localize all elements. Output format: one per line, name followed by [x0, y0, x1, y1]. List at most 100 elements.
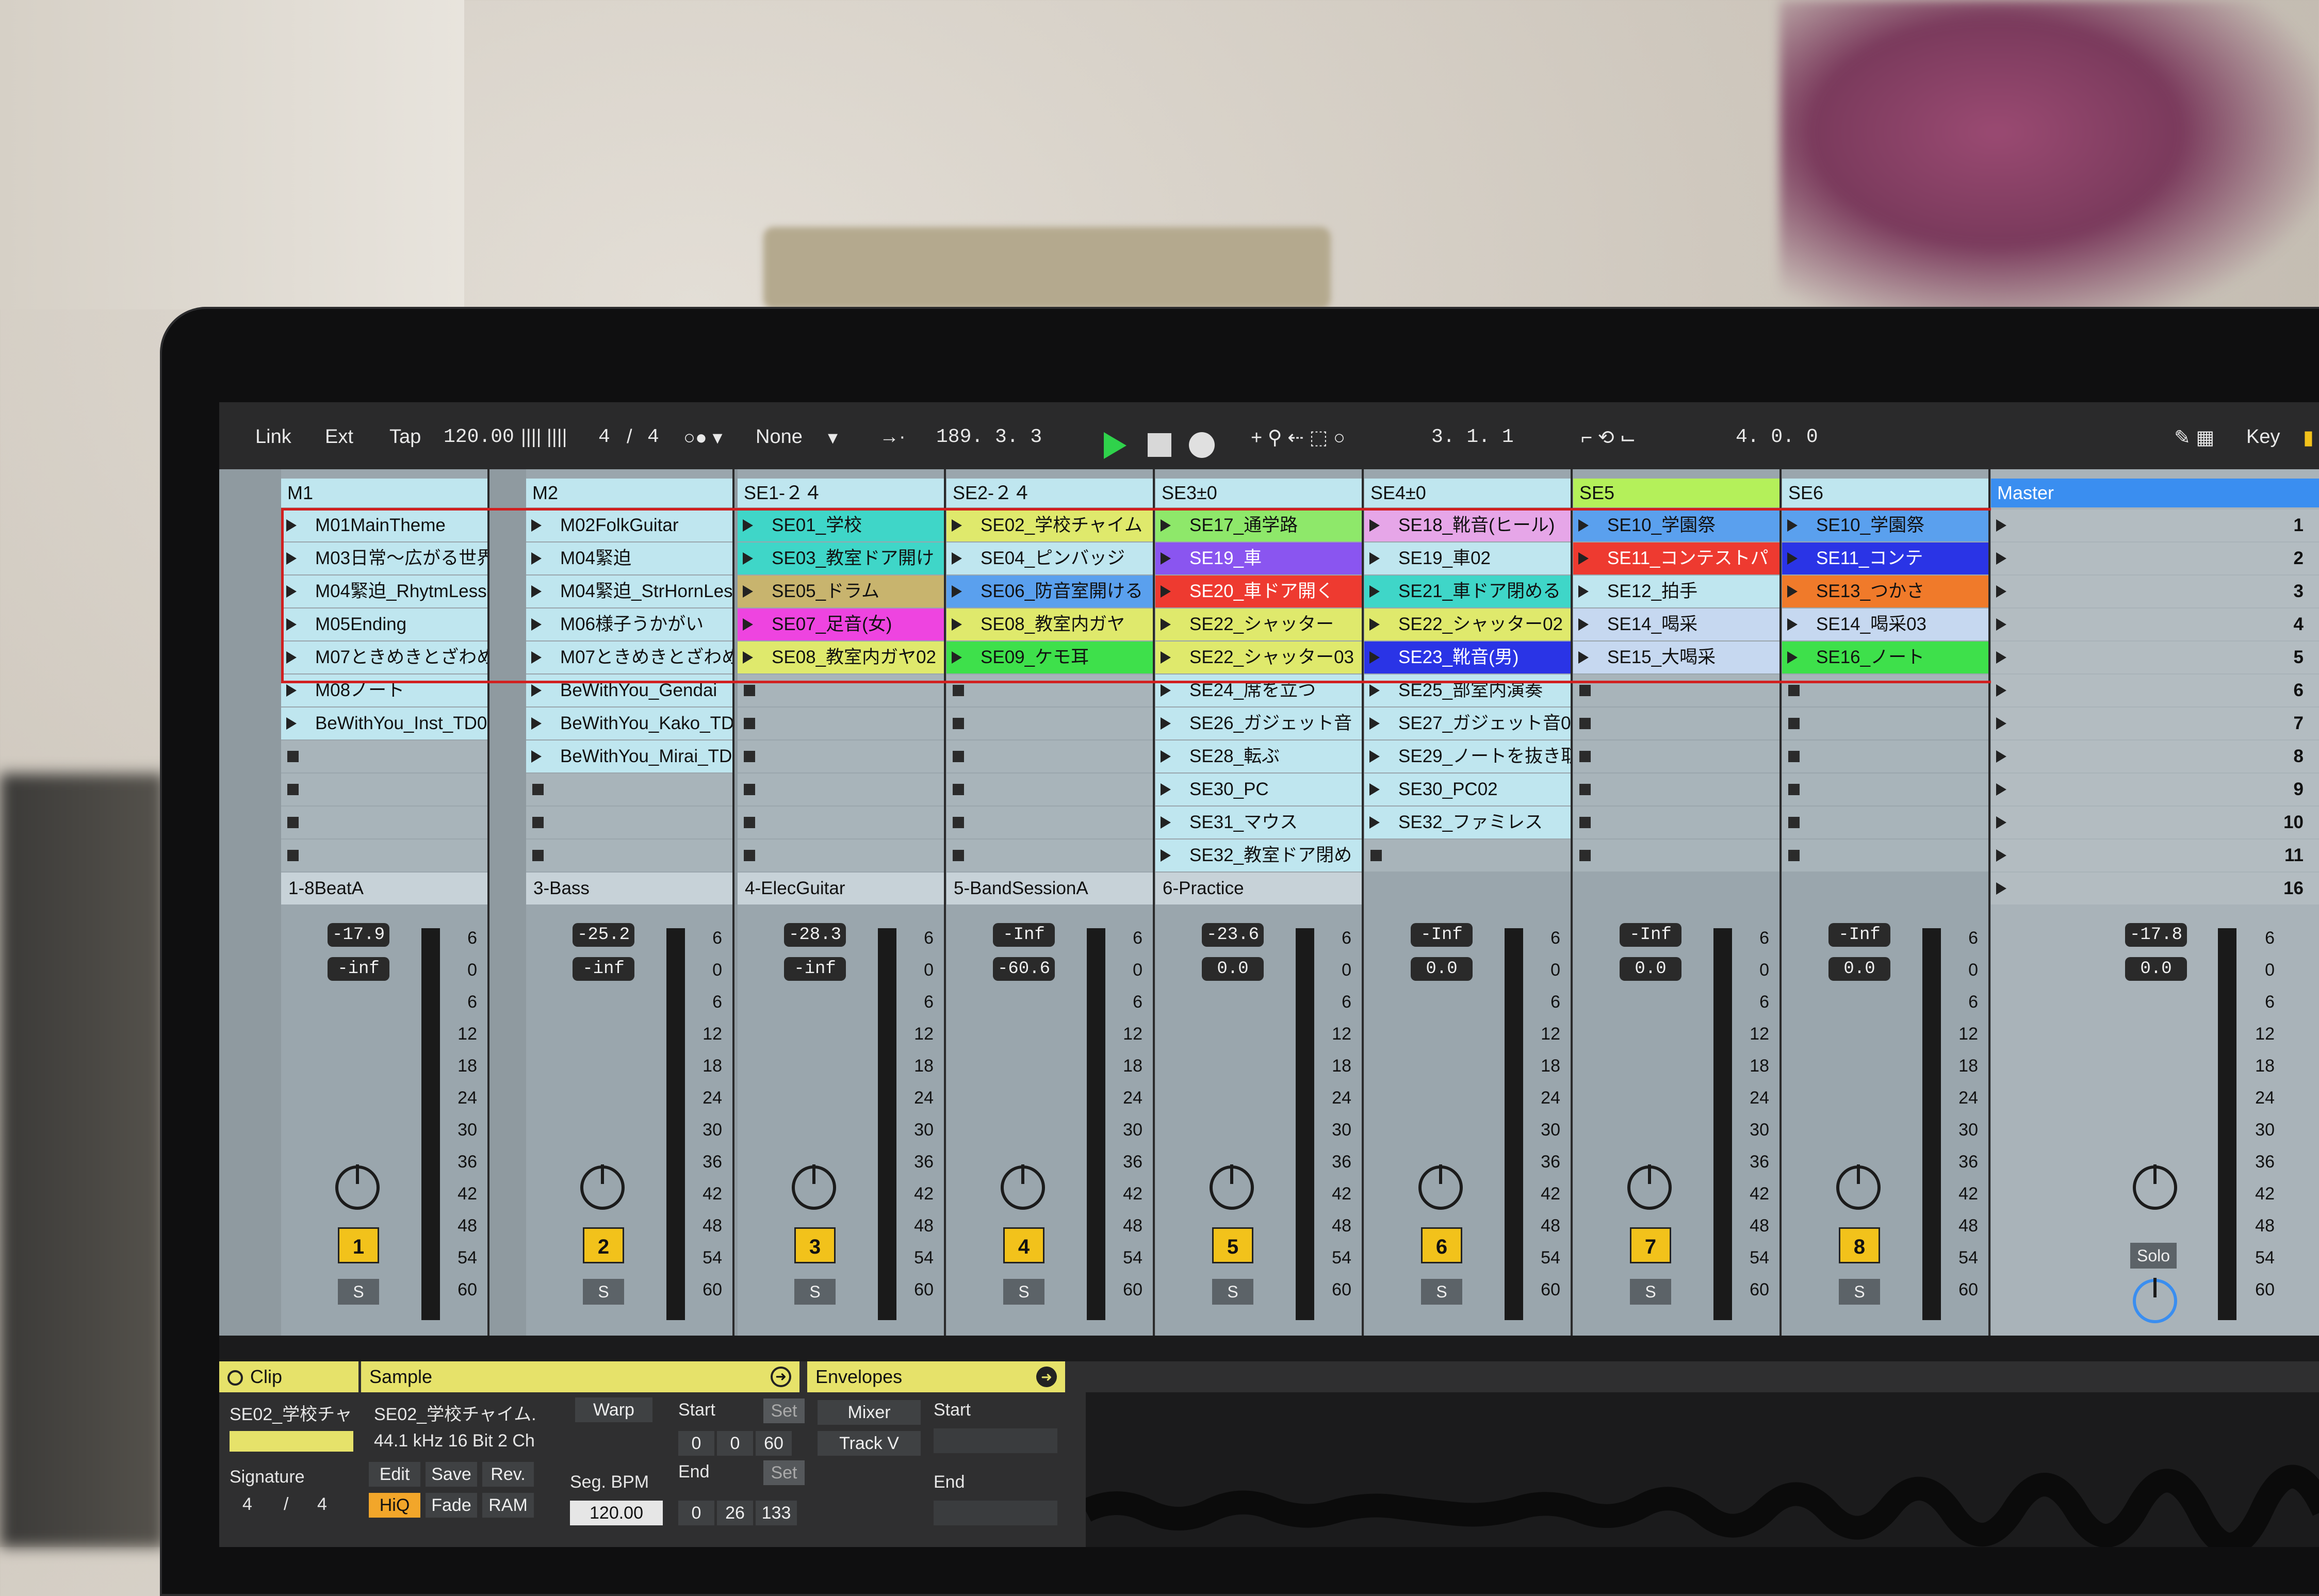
- clip-launch-icon[interactable]: [286, 519, 297, 532]
- clip-slot[interactable]: M04緊迫_RhytmLess: [281, 575, 487, 607]
- clip-launch-icon[interactable]: [1787, 585, 1798, 598]
- empty-clip-slot[interactable]: [946, 807, 1153, 838]
- track-title[interactable]: SE1-２４: [738, 479, 944, 507]
- track-title[interactable]: SE3±0: [1155, 479, 1362, 507]
- clip-launch-icon[interactable]: [1161, 783, 1171, 796]
- clip-launch-icon[interactable]: [1161, 750, 1171, 763]
- clip-slot[interactable]: SE22_シャッター03: [1155, 641, 1362, 673]
- track-peak-readout[interactable]: -inf: [784, 957, 846, 981]
- pan-knob-icon[interactable]: [1836, 1164, 1881, 1210]
- scene-launch-slot[interactable]: 5: [1991, 641, 2319, 673]
- clip-launch-icon[interactable]: [531, 585, 542, 598]
- empty-clip-slot[interactable]: [1782, 807, 1988, 838]
- scene-launch-icon[interactable]: [1996, 816, 2006, 829]
- scene-launch-icon[interactable]: [1996, 519, 2006, 532]
- scene-launch-icon[interactable]: [1996, 849, 2006, 862]
- clip-launch-icon[interactable]: [1787, 519, 1798, 532]
- envelopes-arrow-icon[interactable]: ➜: [1036, 1367, 1057, 1387]
- clip-launch-icon[interactable]: [1578, 618, 1589, 631]
- clip-slot[interactable]: SE30_PC: [1155, 774, 1362, 805]
- clip-slot[interactable]: M04緊迫_StrHornLess: [526, 575, 732, 607]
- clip-stop-icon[interactable]: [744, 751, 755, 762]
- start-beat-field[interactable]: 0: [717, 1431, 753, 1456]
- empty-clip-slot[interactable]: [946, 840, 1153, 871]
- empty-clip-slot[interactable]: [946, 774, 1153, 805]
- clip-launch-icon[interactable]: [1369, 552, 1380, 565]
- clip-slot[interactable]: SE14_喝采03: [1782, 608, 1988, 640]
- empty-clip-slot[interactable]: [946, 707, 1153, 739]
- clip-slot[interactable]: SE27_ガジェット音02: [1364, 707, 1571, 739]
- scene-launch-slot[interactable]: 11: [1991, 840, 2319, 871]
- start-sixteenth-field[interactable]: 60: [756, 1431, 792, 1456]
- clip-slot[interactable]: M01MainTheme: [281, 509, 487, 541]
- clip-stop-icon[interactable]: [1370, 850, 1382, 861]
- clip-launch-icon[interactable]: [1578, 651, 1589, 664]
- warp-button[interactable]: Warp: [575, 1397, 652, 1422]
- clip-slot[interactable]: SE31_マウス: [1155, 807, 1362, 838]
- clip-signature-denominator[interactable]: 4: [317, 1494, 327, 1515]
- signature-denominator[interactable]: 4: [647, 426, 659, 448]
- empty-clip-slot[interactable]: [1782, 741, 1988, 772]
- clip-stop-icon[interactable]: [1579, 784, 1591, 795]
- clip-slot[interactable]: SE04_ピンバッジ: [946, 542, 1153, 574]
- clip-launch-icon[interactable]: [1578, 552, 1589, 565]
- quantize-chevron-icon[interactable]: ▾: [828, 426, 838, 449]
- overdub-icon[interactable]: + ⚲ ⇠ ⬚ ○: [1251, 426, 1345, 449]
- clip-launch-icon[interactable]: [286, 717, 297, 730]
- empty-clip-slot[interactable]: [1782, 840, 1988, 871]
- scene-launch-icon[interactable]: [1996, 618, 2006, 631]
- fade-button[interactable]: Fade: [426, 1493, 477, 1518]
- clip-slot[interactable]: SE11_コンテストパ: [1573, 542, 1779, 574]
- clip-launch-icon[interactable]: [1161, 717, 1171, 730]
- empty-clip-slot[interactable]: [1364, 840, 1571, 871]
- master-peak-readout[interactable]: 0.0: [2125, 957, 2187, 981]
- envelope-control-select[interactable]: Track V: [818, 1431, 921, 1456]
- empty-clip-slot[interactable]: [526, 774, 732, 805]
- clip-stop-icon[interactable]: [953, 784, 964, 795]
- clip-launch-icon[interactable]: [952, 651, 962, 664]
- clip-slot[interactable]: SE19_車02: [1364, 542, 1571, 574]
- clip-launch-icon[interactable]: [1787, 618, 1798, 631]
- pan-knob-icon[interactable]: [1627, 1164, 1672, 1210]
- clip-stop-icon[interactable]: [744, 850, 755, 861]
- track-activator-button[interactable]: 6: [1421, 1227, 1462, 1263]
- clip-launch-icon[interactable]: [1369, 783, 1380, 796]
- seg-bpm-field[interactable]: 120.00: [570, 1501, 663, 1525]
- clip-launch-icon[interactable]: [952, 552, 962, 565]
- scene-launch-icon[interactable]: [1996, 651, 2006, 664]
- clip-launch-icon[interactable]: [1369, 651, 1380, 664]
- ram-button[interactable]: RAM: [482, 1493, 534, 1518]
- clip-launch-icon[interactable]: [1578, 519, 1589, 532]
- clip-slot[interactable]: SE25_部室内演奏: [1364, 674, 1571, 706]
- empty-clip-slot[interactable]: [281, 774, 487, 805]
- clip-slot[interactable]: SE08_教室内ガヤ: [946, 608, 1153, 640]
- clip-stop-icon[interactable]: [287, 751, 299, 762]
- key-map-button[interactable]: Key: [2246, 426, 2280, 448]
- track-volume-readout[interactable]: -Inf: [1828, 923, 1890, 947]
- loop-start-field[interactable]: 3. 1. 1: [1431, 426, 1514, 448]
- clip-slot[interactable]: SE32_教室ドア閉め: [1155, 840, 1362, 871]
- clip-slot[interactable]: SE07_足音(女): [738, 608, 944, 640]
- follow-arrow-icon[interactable]: →·: [879, 426, 906, 448]
- clip-stop-icon[interactable]: [953, 685, 964, 696]
- envelope-device-select[interactable]: Mixer: [818, 1400, 921, 1425]
- end-bar-field[interactable]: 0: [678, 1501, 714, 1525]
- track-title[interactable]: SE5: [1573, 479, 1779, 507]
- clip-stop-icon[interactable]: [1579, 817, 1591, 828]
- clip-stop-icon[interactable]: [1788, 751, 1800, 762]
- clip-slot[interactable]: SE22_シャッター02: [1364, 608, 1571, 640]
- end-set-button[interactable]: Set: [763, 1460, 805, 1485]
- clip-launch-icon[interactable]: [1161, 519, 1171, 532]
- scene-launch-slot[interactable]: 7: [1991, 707, 2319, 739]
- clip-launch-icon[interactable]: [1161, 651, 1171, 664]
- clip-stop-icon[interactable]: [532, 817, 544, 828]
- clip-slot[interactable]: SE20_車ドア開く: [1155, 575, 1362, 607]
- empty-clip-slot[interactable]: [946, 741, 1153, 772]
- save-button[interactable]: Save: [426, 1462, 477, 1487]
- clip-launch-icon[interactable]: [286, 618, 297, 631]
- clip-launch-icon[interactable]: [1578, 585, 1589, 598]
- track-level-meter[interactable]: [1296, 928, 1314, 1320]
- clip-launch-icon[interactable]: [286, 552, 297, 565]
- master-solo-button[interactable]: Solo: [2130, 1243, 2177, 1269]
- end-sixteenth-field[interactable]: 133: [756, 1501, 797, 1525]
